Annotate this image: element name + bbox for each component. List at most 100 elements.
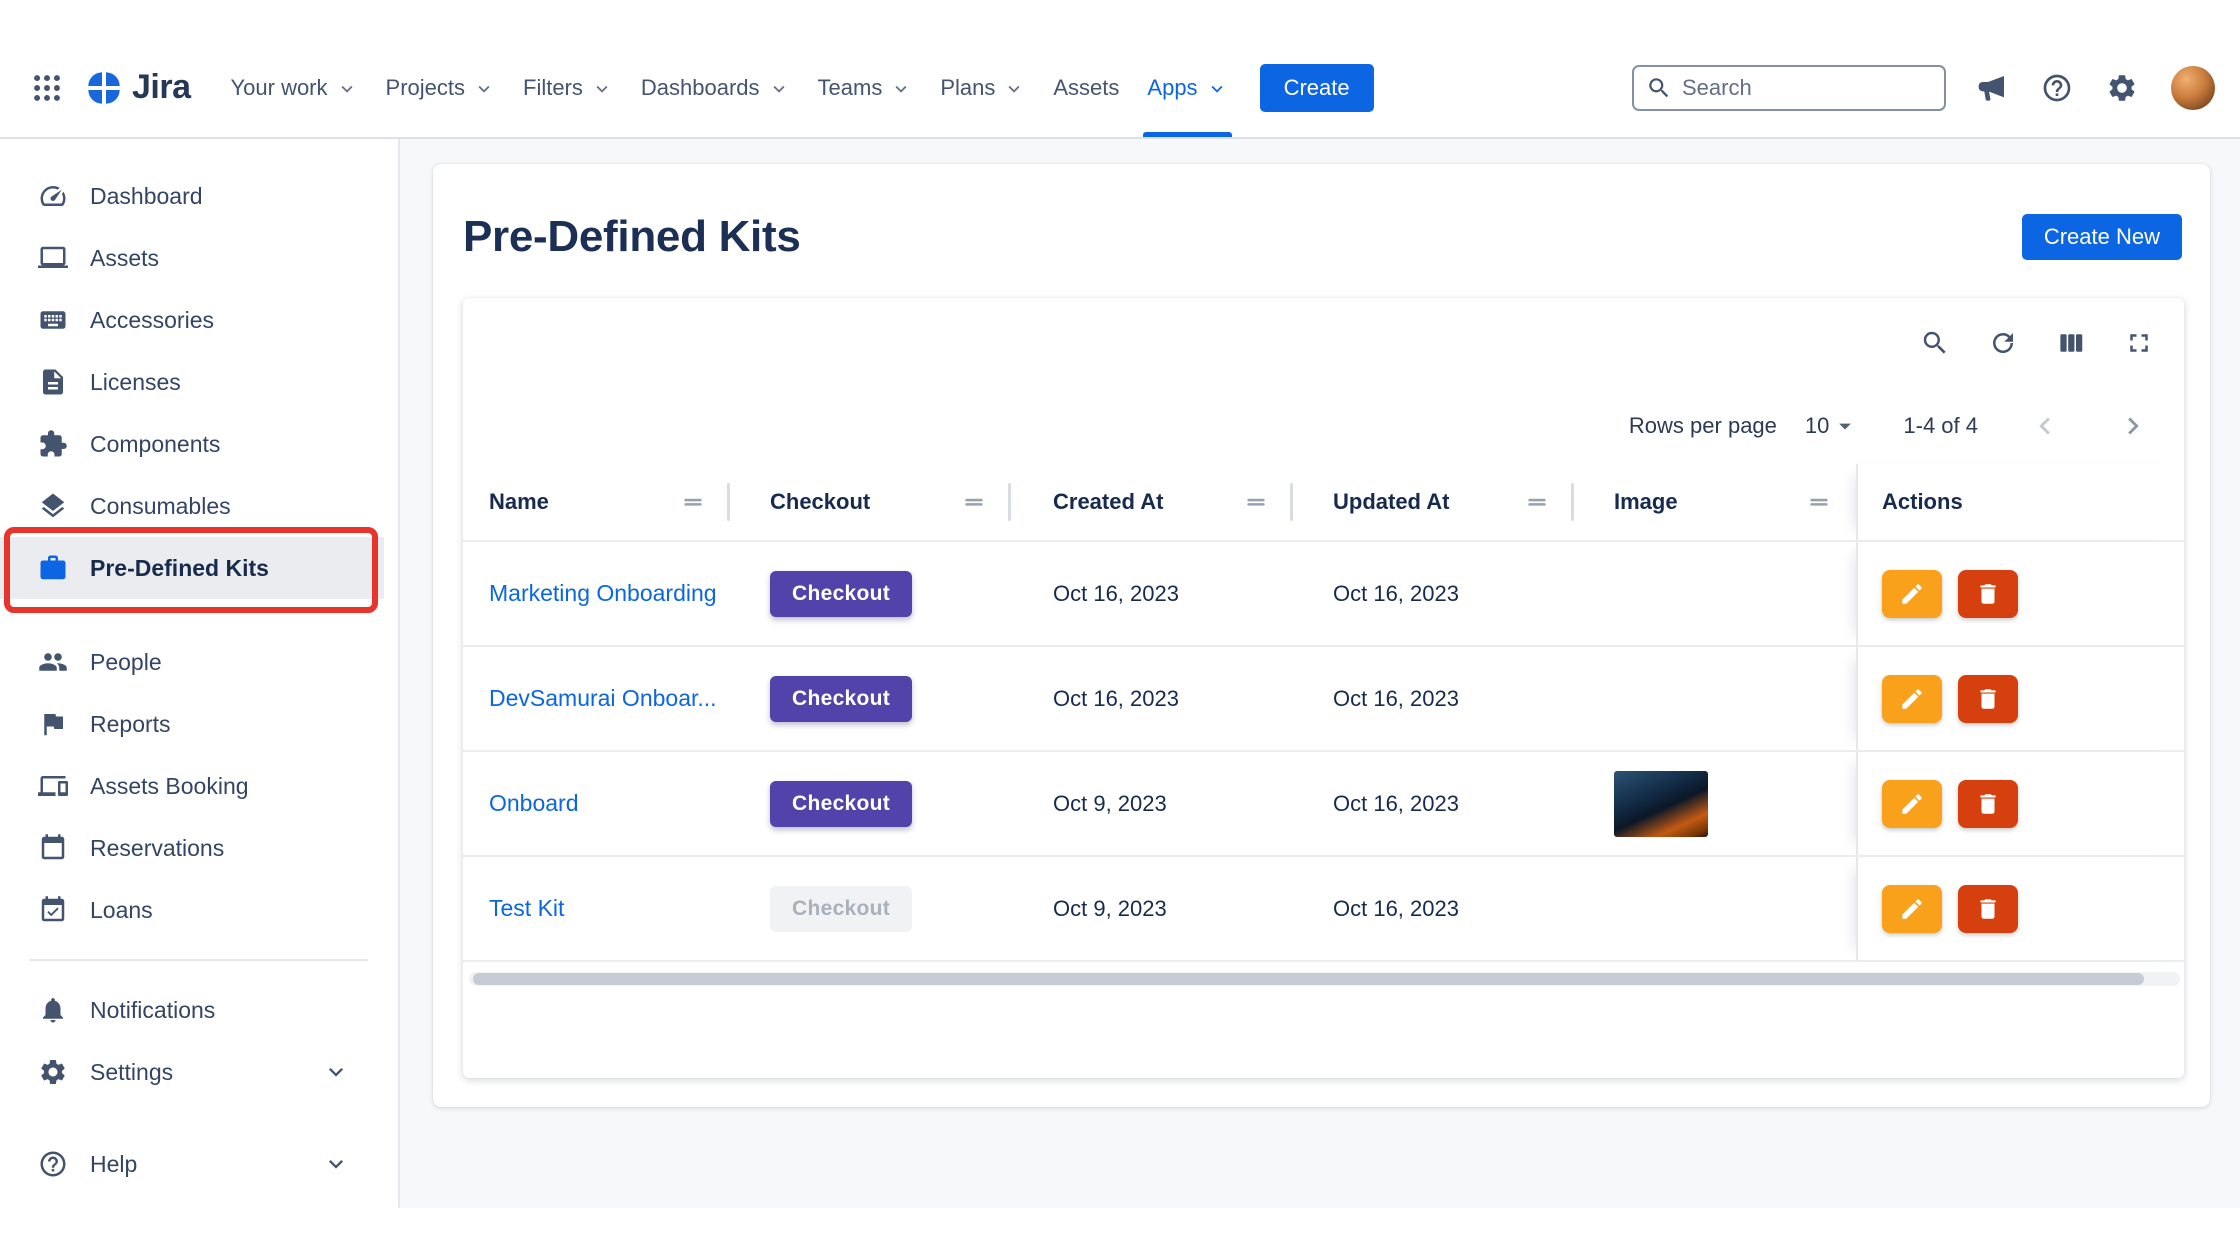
chevron-down-icon <box>1206 78 1228 100</box>
cell-updated-at: Oct 16, 2023 <box>1293 857 1574 960</box>
jira-logo[interactable]: Jira <box>84 68 191 108</box>
column-drag-handle-icon[interactable] <box>1524 489 1550 515</box>
cell-updated-at: Oct 16, 2023 <box>1293 542 1574 645</box>
column-header-updated-at[interactable]: Updated At <box>1293 464 1574 540</box>
sidebar-item-licenses[interactable]: Licenses <box>0 351 384 413</box>
global-search[interactable] <box>1632 65 1946 111</box>
nav-item-filters[interactable]: Filters <box>509 38 627 137</box>
sidebar-item-label: Pre-Defined Kits <box>90 555 269 582</box>
trash-icon <box>1975 581 2001 607</box>
announcement-icon[interactable] <box>1976 72 2008 104</box>
sidebar: Dashboard Assets Accessories Licenses Co… <box>0 139 400 1208</box>
create-button[interactable]: Create <box>1260 64 1374 112</box>
sidebar-item-label: Dashboard <box>90 183 203 210</box>
column-header-label: Image <box>1614 489 1678 515</box>
fullscreen-icon[interactable] <box>2124 328 2154 358</box>
nav-item-projects[interactable]: Projects <box>372 38 509 137</box>
sidebar-item-reservations[interactable]: Reservations <box>0 817 384 879</box>
nav-item-label: Dashboards <box>641 75 760 101</box>
settings-gear-icon[interactable] <box>2106 72 2138 104</box>
edit-button[interactable] <box>1882 780 1942 828</box>
checkout-button[interactable]: Checkout <box>770 571 912 617</box>
puzzle-icon <box>38 429 68 459</box>
search-icon[interactable] <box>1920 328 1950 358</box>
sidebar-item-assets-booking[interactable]: Assets Booking <box>0 755 384 817</box>
help-icon[interactable] <box>2041 72 2073 104</box>
horizontal-scrollbar-track[interactable] <box>469 972 2180 986</box>
previous-page-icon[interactable] <box>2028 409 2062 443</box>
sidebar-item-components[interactable]: Components <box>0 413 384 475</box>
sidebar-item-accessories[interactable]: Accessories <box>0 289 384 351</box>
updated-at-value: Oct 16, 2023 <box>1333 686 1459 712</box>
flag-icon <box>38 709 68 739</box>
column-drag-handle-icon[interactable] <box>680 489 706 515</box>
delete-button[interactable] <box>1958 675 2018 723</box>
pencil-icon <box>1899 791 1925 817</box>
content-card: Pre-Defined Kits Create New Rows per pag… <box>433 164 2210 1107</box>
sidebar-item-loans[interactable]: Loans <box>0 879 384 941</box>
column-header-name[interactable]: Name <box>463 464 730 540</box>
page-title: Pre-Defined Kits <box>463 212 801 262</box>
user-avatar[interactable] <box>2171 66 2215 110</box>
sidebar-item-notifications[interactable]: Notifications <box>0 979 384 1041</box>
kit-name-link[interactable]: Test Kit <box>489 895 564 922</box>
app-switcher-icon[interactable] <box>30 71 64 105</box>
sidebar-item-people[interactable]: People <box>0 631 384 693</box>
column-drag-handle-icon[interactable] <box>1243 489 1269 515</box>
checkout-button[interactable]: Checkout <box>770 781 912 827</box>
sidebar-item-settings[interactable]: Settings <box>0 1041 384 1103</box>
pencil-icon <box>1899 581 1925 607</box>
top-navigation-bar: Jira Your work Projects Filters Dashboar… <box>0 0 2240 139</box>
bell-icon <box>38 995 68 1025</box>
search-input[interactable] <box>1682 75 1932 101</box>
nav-item-plans[interactable]: Plans <box>926 38 1039 137</box>
created-at-value: Oct 9, 2023 <box>1053 896 1167 922</box>
sidebar-item-assets[interactable]: Assets <box>0 227 384 289</box>
kit-name-link[interactable]: Onboard <box>489 790 579 817</box>
column-header-created-at[interactable]: Created At <box>1011 464 1293 540</box>
edit-button[interactable] <box>1882 675 1942 723</box>
sidebar-item-dashboard[interactable]: Dashboard <box>0 165 384 227</box>
kit-name-link[interactable]: Marketing Onboarding <box>489 580 717 607</box>
kit-name-link[interactable]: DevSamurai Onboar... <box>489 685 717 712</box>
chevron-down-icon[interactable] <box>322 1150 350 1178</box>
trash-icon <box>1975 686 2001 712</box>
sidebar-item-label: Consumables <box>90 493 231 520</box>
column-drag-handle-icon[interactable] <box>1806 489 1832 515</box>
pagination-bar: Rows per page 10 1-4 of 4 <box>463 388 2184 464</box>
sidebar-item-help[interactable]: Help <box>0 1133 384 1195</box>
refresh-icon[interactable] <box>1988 328 2018 358</box>
updated-at-value: Oct 16, 2023 <box>1333 581 1459 607</box>
column-header-checkout[interactable]: Checkout <box>730 464 1011 540</box>
next-page-icon[interactable] <box>2116 409 2150 443</box>
delete-button[interactable] <box>1958 570 2018 618</box>
column-header-image[interactable]: Image <box>1574 464 1856 540</box>
trash-icon <box>1975 896 2001 922</box>
nav-item-assets[interactable]: Assets <box>1039 38 1133 137</box>
delete-button[interactable] <box>1958 780 2018 828</box>
rows-per-page-select[interactable]: 10 <box>1805 412 1859 440</box>
cell-checkout: Checkout <box>730 542 1011 645</box>
page-header: Pre-Defined Kits Create New <box>433 164 2210 262</box>
nav-item-teams[interactable]: Teams <box>804 38 927 137</box>
columns-icon[interactable] <box>2056 328 2086 358</box>
edit-button[interactable] <box>1882 885 1942 933</box>
chevron-down-icon[interactable] <box>322 1058 350 1086</box>
edit-button[interactable] <box>1882 570 1942 618</box>
sidebar-item-reports[interactable]: Reports <box>0 693 384 755</box>
column-drag-handle-icon[interactable] <box>961 489 987 515</box>
sidebar-secondary-group: People Reports Assets Booking Reservatio… <box>0 631 398 941</box>
nav-item-dashboards[interactable]: Dashboards <box>627 38 804 137</box>
column-header-label: Created At <box>1053 489 1163 515</box>
delete-button[interactable] <box>1958 885 2018 933</box>
rows-per-page-value: 10 <box>1805 413 1829 439</box>
table-row: Marketing Onboarding Checkout Oct 16, 20… <box>463 542 2184 647</box>
checkout-button[interactable]: Checkout <box>770 676 912 722</box>
horizontal-scrollbar-thumb[interactable] <box>473 973 2144 985</box>
sidebar-item-pre-defined-kits[interactable]: Pre-Defined Kits <box>0 537 384 599</box>
nav-item-apps[interactable]: Apps <box>1133 38 1241 137</box>
sidebar-item-consumables[interactable]: Consumables <box>0 475 384 537</box>
rows-per-page-label: Rows per page <box>1629 413 1777 439</box>
create-new-button[interactable]: Create New <box>2022 214 2182 260</box>
nav-item-your-work[interactable]: Your work <box>217 38 372 137</box>
